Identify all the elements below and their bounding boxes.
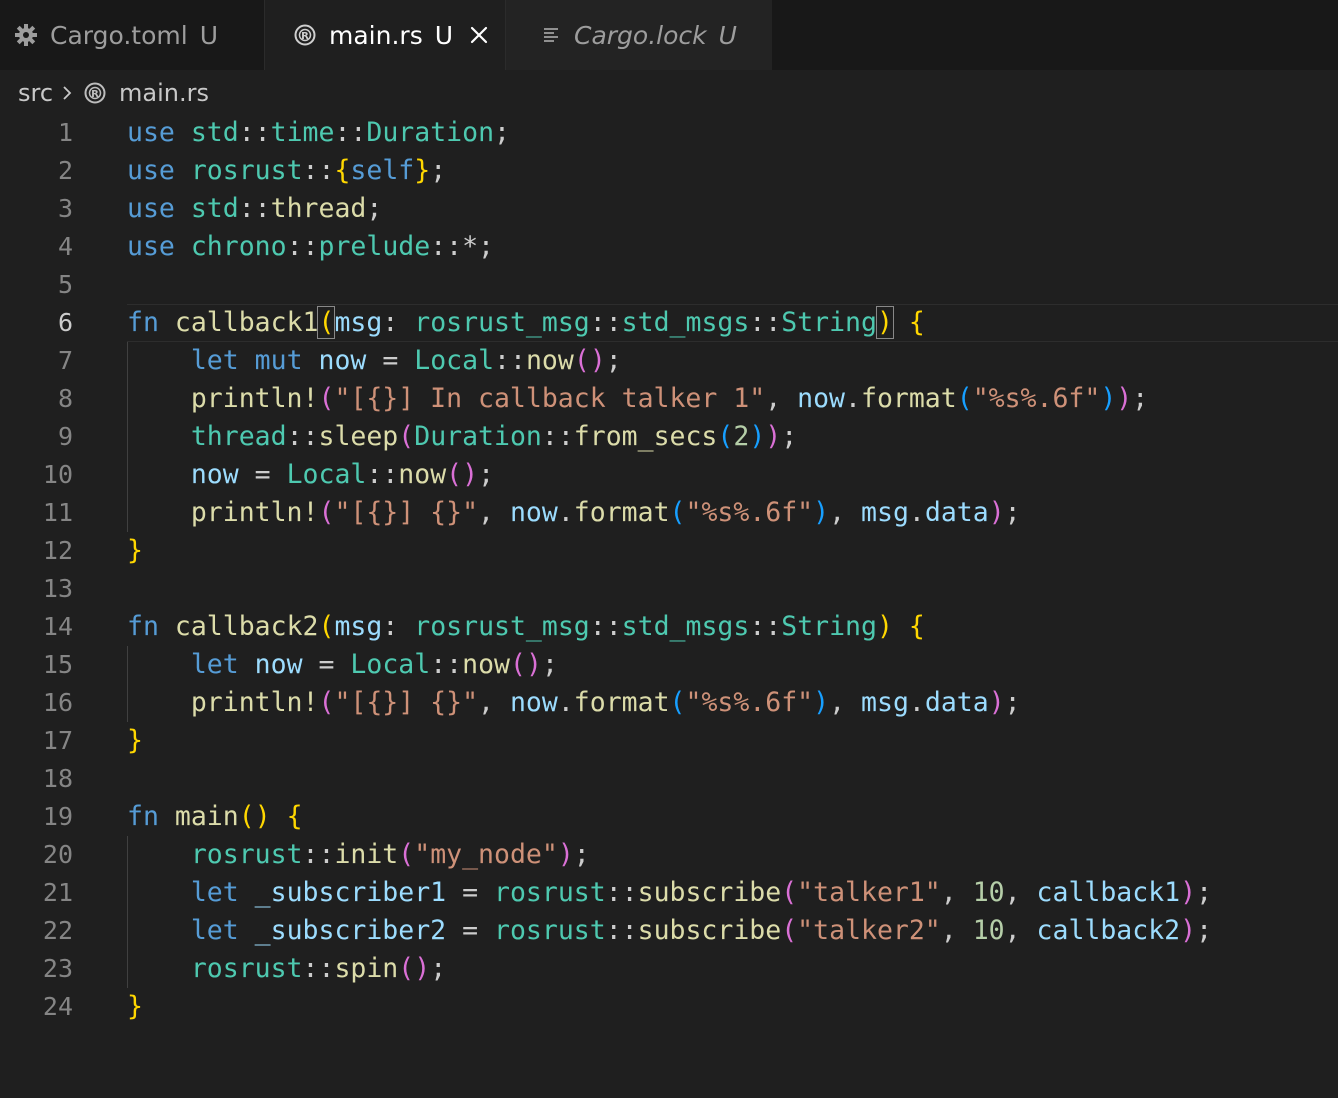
line-number: 22 bbox=[42, 916, 73, 945]
line-number: 18 bbox=[42, 764, 73, 793]
code-line-11[interactable]: println!("[{}] {}", now.format("%s%.6f")… bbox=[127, 494, 1338, 532]
line-number: 14 bbox=[42, 612, 73, 641]
code-line-10[interactable]: now = Local::now(); bbox=[127, 456, 1338, 494]
code-line-2[interactable]: use rosrust::{self}; bbox=[127, 152, 1338, 190]
rust-icon: R bbox=[83, 81, 107, 105]
svg-text:R: R bbox=[91, 89, 99, 100]
gear-icon bbox=[14, 23, 38, 47]
code-line-12[interactable]: } bbox=[127, 532, 1338, 570]
code-line-14[interactable]: fn callback2(msg: rosrust_msg::std_msgs:… bbox=[127, 608, 1338, 646]
code-line-17[interactable]: } bbox=[127, 722, 1338, 760]
line-number: 1 bbox=[57, 118, 73, 147]
code-line-22[interactable]: let _subscriber2 = rosrust::subscribe("t… bbox=[127, 912, 1338, 950]
git-status-untracked: U bbox=[199, 20, 218, 50]
editor-tab-bar: Cargo.toml U R main.rs U Cargo.lock U bbox=[0, 0, 1338, 70]
line-number: 15 bbox=[42, 650, 73, 679]
code-line-19[interactable]: fn main() { bbox=[127, 798, 1338, 836]
code-line-18[interactable] bbox=[127, 760, 1338, 798]
code-line-7[interactable]: let mut now = Local::now(); bbox=[127, 342, 1338, 380]
line-number: 10 bbox=[42, 460, 73, 489]
line-number: 17 bbox=[42, 726, 73, 755]
line-number: 20 bbox=[42, 840, 73, 869]
rust-icon: R bbox=[293, 23, 317, 47]
code-line-1[interactable]: use std::time::Duration; bbox=[127, 114, 1338, 152]
tab-label: Cargo.lock bbox=[574, 20, 707, 50]
code-line-4[interactable]: use chrono::prelude::*; bbox=[127, 228, 1338, 266]
line-number: 11 bbox=[42, 498, 73, 527]
line-number: 7 bbox=[57, 346, 73, 375]
line-number: 2 bbox=[57, 156, 73, 185]
line-number: 3 bbox=[57, 194, 73, 223]
svg-text:R: R bbox=[301, 31, 309, 42]
lines-icon bbox=[542, 25, 562, 45]
tab-cargo-toml[interactable]: Cargo.toml U bbox=[0, 0, 264, 70]
git-status-untracked: U bbox=[434, 20, 454, 50]
line-number: 21 bbox=[42, 878, 73, 907]
line-number: 23 bbox=[42, 954, 73, 983]
breadcrumb-file[interactable]: main.rs bbox=[119, 79, 209, 107]
code-editor[interactable]: use std::time::Duration; use rosrust::{s… bbox=[127, 114, 1338, 1026]
code-line-15[interactable]: let now = Local::now(); bbox=[127, 646, 1338, 684]
tab-cargo-lock[interactable]: Cargo.lock U bbox=[506, 0, 772, 70]
breadcrumb-folder[interactable]: src bbox=[18, 79, 53, 107]
line-number-active: 6 bbox=[57, 308, 73, 337]
git-status-untracked: U bbox=[718, 20, 737, 50]
code-line-16[interactable]: println!("[{}] {}", now.format("%s%.6f")… bbox=[127, 684, 1338, 722]
line-number: 9 bbox=[57, 422, 73, 451]
code-line-21[interactable]: let _subscriber1 = rosrust::subscribe("t… bbox=[127, 874, 1338, 912]
line-number: 5 bbox=[57, 270, 73, 299]
breadcrumb: src R main.rs bbox=[18, 76, 209, 110]
code-line-20[interactable]: rosrust::init("my_node"); bbox=[127, 836, 1338, 874]
code-line-9[interactable]: thread::sleep(Duration::from_secs(2)); bbox=[127, 418, 1338, 456]
line-number: 12 bbox=[42, 536, 73, 565]
chevron-right-icon bbox=[61, 83, 73, 103]
line-number: 24 bbox=[42, 992, 73, 1021]
code-line-24[interactable]: } bbox=[127, 988, 1338, 1026]
line-number: 19 bbox=[42, 802, 73, 831]
line-number-gutter: 1 2 3 4 5 6 7 8 9 10 11 12 13 14 15 16 1… bbox=[0, 114, 100, 1026]
line-number: 16 bbox=[42, 688, 73, 717]
tab-label: main.rs bbox=[329, 20, 423, 50]
code-line-3[interactable]: use std::thread; bbox=[127, 190, 1338, 228]
code-line-23[interactable]: rosrust::spin(); bbox=[127, 950, 1338, 988]
tab-main-rs[interactable]: R main.rs U bbox=[265, 0, 505, 70]
line-number: 8 bbox=[57, 384, 73, 413]
tab-label: Cargo.toml bbox=[50, 20, 188, 50]
code-line-8[interactable]: println!("[{}] In callback talker 1", no… bbox=[127, 380, 1338, 418]
code-line-6[interactable]: fn callback1(msg: rosrust_msg::std_msgs:… bbox=[127, 304, 1338, 342]
code-line-5[interactable] bbox=[127, 266, 1338, 304]
code-line-13[interactable] bbox=[127, 570, 1338, 608]
line-number: 4 bbox=[57, 232, 73, 261]
line-number: 13 bbox=[42, 574, 73, 603]
close-icon[interactable] bbox=[469, 25, 489, 45]
